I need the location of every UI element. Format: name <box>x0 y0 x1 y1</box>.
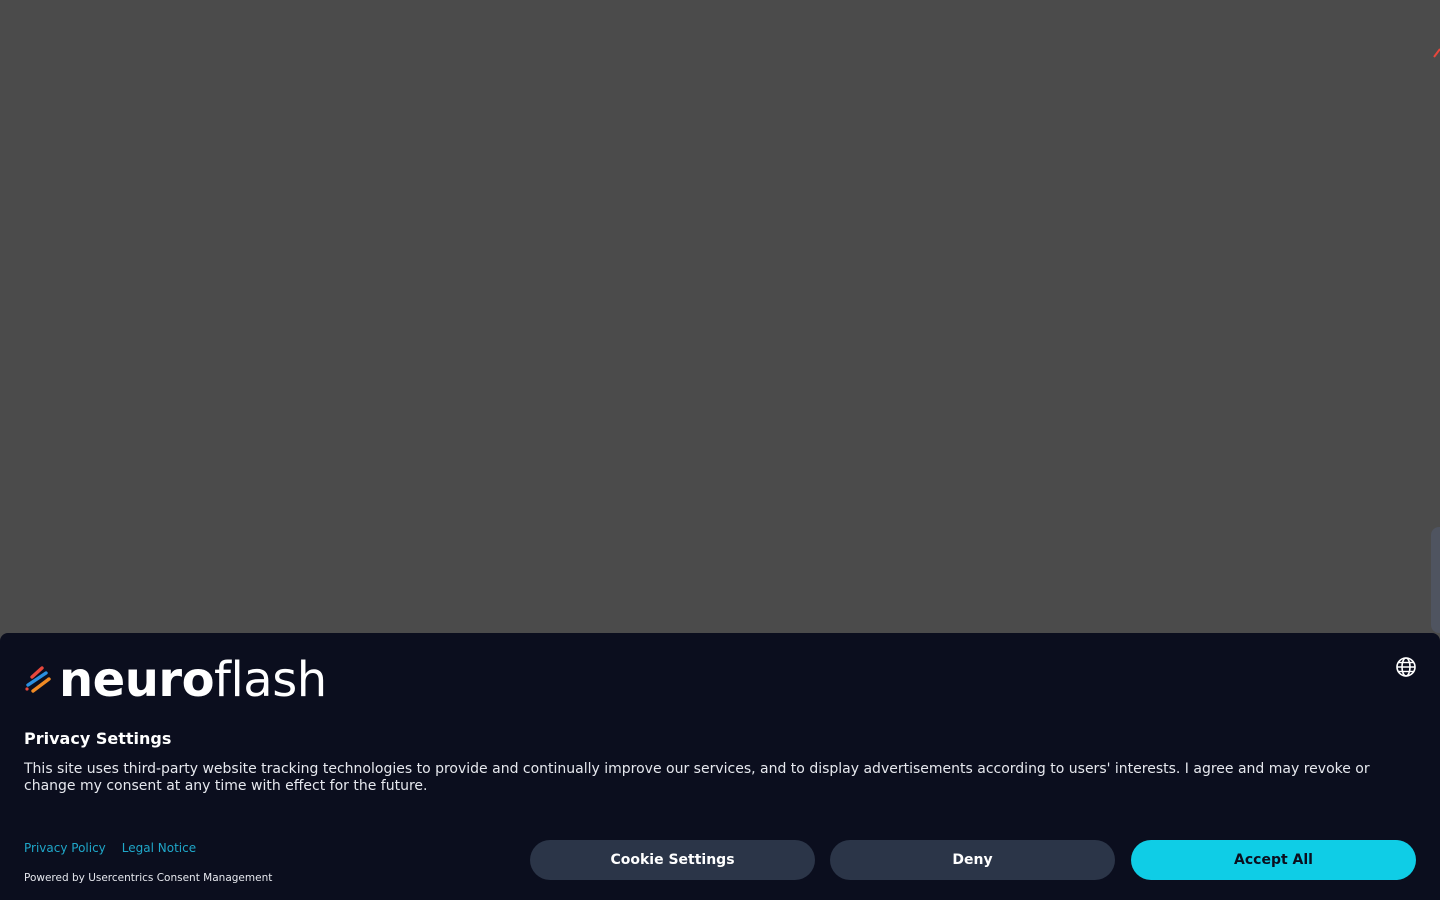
language-button[interactable] <box>1394 655 1418 679</box>
logo-wordmark-light: flash <box>214 652 327 708</box>
logo-wordmark: neuroflash <box>59 656 327 704</box>
neuroflash-logo: neuroflash <box>24 656 327 704</box>
legal-links: Privacy Policy Legal Notice <box>24 841 196 855</box>
accept-all-button[interactable]: Accept All <box>1131 840 1416 880</box>
globe-icon <box>1396 657 1416 677</box>
logo-wordmark-bold: neuro <box>59 652 215 708</box>
consent-description: This site uses third-party website track… <box>24 761 1370 794</box>
powered-by-text: Powered by Usercentrics Consent Manageme… <box>24 872 273 884</box>
privacy-policy-link[interactable]: Privacy Policy <box>24 841 106 855</box>
deny-button[interactable]: Deny <box>830 840 1115 880</box>
neuroflash-logo-icon <box>25 666 51 693</box>
legal-notice-link[interactable]: Legal Notice <box>122 841 196 855</box>
background-logo-fragment <box>1433 48 1440 58</box>
privacy-settings-title: Privacy Settings <box>24 729 172 748</box>
cookie-settings-button[interactable]: Cookie Settings <box>530 840 815 880</box>
side-tab[interactable] <box>1431 527 1440 633</box>
